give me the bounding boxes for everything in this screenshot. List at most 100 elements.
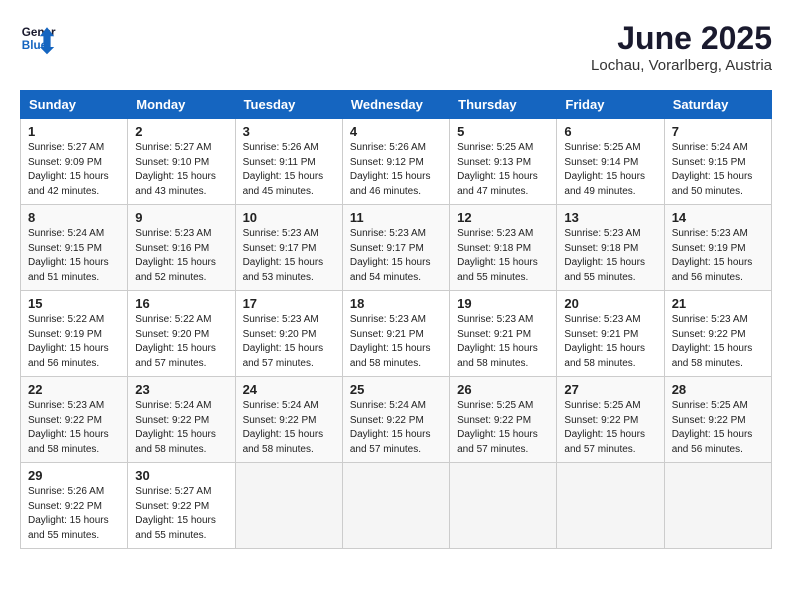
title-block: June 2025 Lochau, Vorarlberg, Austria <box>591 20 772 74</box>
calendar-cell: 22 Sunrise: 5:23 AMSunset: 9:22 PMDaylig… <box>21 377 128 463</box>
day-info: Sunrise: 5:24 AMSunset: 9:15 PMDaylight:… <box>672 141 764 199</box>
calendar: SundayMondayTuesdayWednesdayThursdayFrid… <box>20 90 772 549</box>
day-number: 13 <box>564 210 656 225</box>
day-info: Sunrise: 5:23 AMSunset: 9:17 PMDaylight:… <box>350 227 442 285</box>
day-info: Sunrise: 5:26 AMSunset: 9:11 PMDaylight:… <box>243 141 335 199</box>
day-info: Sunrise: 5:27 AMSunset: 9:22 PMDaylight:… <box>135 485 227 543</box>
calendar-cell: 2 Sunrise: 5:27 AMSunset: 9:10 PMDayligh… <box>128 119 235 205</box>
calendar-cell: 10 Sunrise: 5:23 AMSunset: 9:17 PMDaylig… <box>235 205 342 291</box>
day-info: Sunrise: 5:25 AMSunset: 9:22 PMDaylight:… <box>672 399 764 457</box>
calendar-cell: 27 Sunrise: 5:25 AMSunset: 9:22 PMDaylig… <box>557 377 664 463</box>
calendar-cell: 24 Sunrise: 5:24 AMSunset: 9:22 PMDaylig… <box>235 377 342 463</box>
day-info: Sunrise: 5:23 AMSunset: 9:22 PMDaylight:… <box>28 399 120 457</box>
day-info: Sunrise: 5:25 AMSunset: 9:22 PMDaylight:… <box>564 399 656 457</box>
calendar-cell <box>342 463 449 549</box>
location: Lochau, Vorarlberg, Austria <box>591 57 772 74</box>
calendar-cell: 19 Sunrise: 5:23 AMSunset: 9:21 PMDaylig… <box>450 291 557 377</box>
calendar-cell: 12 Sunrise: 5:23 AMSunset: 9:18 PMDaylig… <box>450 205 557 291</box>
calendar-cell: 18 Sunrise: 5:23 AMSunset: 9:21 PMDaylig… <box>342 291 449 377</box>
day-number: 4 <box>350 124 442 139</box>
day-info: Sunrise: 5:22 AMSunset: 9:19 PMDaylight:… <box>28 313 120 371</box>
day-number: 11 <box>350 210 442 225</box>
calendar-cell: 3 Sunrise: 5:26 AMSunset: 9:11 PMDayligh… <box>235 119 342 205</box>
day-number: 19 <box>457 296 549 311</box>
logo: General Blue <box>20 20 56 56</box>
day-info: Sunrise: 5:27 AMSunset: 9:10 PMDaylight:… <box>135 141 227 199</box>
weekday-header-saturday: Saturday <box>664 91 771 119</box>
calendar-cell <box>557 463 664 549</box>
day-info: Sunrise: 5:24 AMSunset: 9:22 PMDaylight:… <box>243 399 335 457</box>
day-info: Sunrise: 5:24 AMSunset: 9:15 PMDaylight:… <box>28 227 120 285</box>
day-number: 30 <box>135 468 227 483</box>
weekday-header-thursday: Thursday <box>450 91 557 119</box>
day-info: Sunrise: 5:25 AMSunset: 9:13 PMDaylight:… <box>457 141 549 199</box>
calendar-cell: 26 Sunrise: 5:25 AMSunset: 9:22 PMDaylig… <box>450 377 557 463</box>
calendar-cell: 17 Sunrise: 5:23 AMSunset: 9:20 PMDaylig… <box>235 291 342 377</box>
day-number: 20 <box>564 296 656 311</box>
day-info: Sunrise: 5:22 AMSunset: 9:20 PMDaylight:… <box>135 313 227 371</box>
day-info: Sunrise: 5:23 AMSunset: 9:21 PMDaylight:… <box>564 313 656 371</box>
calendar-cell: 28 Sunrise: 5:25 AMSunset: 9:22 PMDaylig… <box>664 377 771 463</box>
calendar-cell: 20 Sunrise: 5:23 AMSunset: 9:21 PMDaylig… <box>557 291 664 377</box>
day-number: 14 <box>672 210 764 225</box>
day-number: 5 <box>457 124 549 139</box>
month-title: June 2025 <box>591 20 772 57</box>
calendar-cell: 15 Sunrise: 5:22 AMSunset: 9:19 PMDaylig… <box>21 291 128 377</box>
calendar-cell: 8 Sunrise: 5:24 AMSunset: 9:15 PMDayligh… <box>21 205 128 291</box>
day-number: 16 <box>135 296 227 311</box>
day-number: 8 <box>28 210 120 225</box>
weekday-header-row: SundayMondayTuesdayWednesdayThursdayFrid… <box>21 91 772 119</box>
weekday-header-wednesday: Wednesday <box>342 91 449 119</box>
weekday-header-sunday: Sunday <box>21 91 128 119</box>
day-number: 15 <box>28 296 120 311</box>
day-number: 25 <box>350 382 442 397</box>
day-info: Sunrise: 5:27 AMSunset: 9:09 PMDaylight:… <box>28 141 120 199</box>
calendar-cell: 30 Sunrise: 5:27 AMSunset: 9:22 PMDaylig… <box>128 463 235 549</box>
weekday-header-tuesday: Tuesday <box>235 91 342 119</box>
calendar-cell <box>664 463 771 549</box>
day-info: Sunrise: 5:23 AMSunset: 9:17 PMDaylight:… <box>243 227 335 285</box>
calendar-cell: 16 Sunrise: 5:22 AMSunset: 9:20 PMDaylig… <box>128 291 235 377</box>
day-number: 28 <box>672 382 764 397</box>
calendar-cell: 23 Sunrise: 5:24 AMSunset: 9:22 PMDaylig… <box>128 377 235 463</box>
calendar-cell: 4 Sunrise: 5:26 AMSunset: 9:12 PMDayligh… <box>342 119 449 205</box>
day-number: 24 <box>243 382 335 397</box>
day-info: Sunrise: 5:23 AMSunset: 9:19 PMDaylight:… <box>672 227 764 285</box>
day-number: 7 <box>672 124 764 139</box>
day-number: 21 <box>672 296 764 311</box>
weekday-header-friday: Friday <box>557 91 664 119</box>
calendar-cell: 6 Sunrise: 5:25 AMSunset: 9:14 PMDayligh… <box>557 119 664 205</box>
calendar-cell: 21 Sunrise: 5:23 AMSunset: 9:22 PMDaylig… <box>664 291 771 377</box>
day-info: Sunrise: 5:23 AMSunset: 9:18 PMDaylight:… <box>457 227 549 285</box>
day-number: 26 <box>457 382 549 397</box>
day-number: 10 <box>243 210 335 225</box>
day-info: Sunrise: 5:24 AMSunset: 9:22 PMDaylight:… <box>135 399 227 457</box>
day-number: 23 <box>135 382 227 397</box>
calendar-cell <box>450 463 557 549</box>
day-info: Sunrise: 5:25 AMSunset: 9:22 PMDaylight:… <box>457 399 549 457</box>
day-info: Sunrise: 5:23 AMSunset: 9:21 PMDaylight:… <box>350 313 442 371</box>
day-number: 9 <box>135 210 227 225</box>
day-info: Sunrise: 5:23 AMSunset: 9:21 PMDaylight:… <box>457 313 549 371</box>
day-number: 18 <box>350 296 442 311</box>
calendar-cell: 1 Sunrise: 5:27 AMSunset: 9:09 PMDayligh… <box>21 119 128 205</box>
calendar-cell: 11 Sunrise: 5:23 AMSunset: 9:17 PMDaylig… <box>342 205 449 291</box>
day-info: Sunrise: 5:26 AMSunset: 9:12 PMDaylight:… <box>350 141 442 199</box>
calendar-cell: 9 Sunrise: 5:23 AMSunset: 9:16 PMDayligh… <box>128 205 235 291</box>
day-number: 27 <box>564 382 656 397</box>
day-number: 22 <box>28 382 120 397</box>
calendar-cell: 7 Sunrise: 5:24 AMSunset: 9:15 PMDayligh… <box>664 119 771 205</box>
calendar-cell: 25 Sunrise: 5:24 AMSunset: 9:22 PMDaylig… <box>342 377 449 463</box>
day-info: Sunrise: 5:23 AMSunset: 9:18 PMDaylight:… <box>564 227 656 285</box>
day-number: 3 <box>243 124 335 139</box>
day-number: 29 <box>28 468 120 483</box>
calendar-cell <box>235 463 342 549</box>
calendar-cell: 5 Sunrise: 5:25 AMSunset: 9:13 PMDayligh… <box>450 119 557 205</box>
day-info: Sunrise: 5:24 AMSunset: 9:22 PMDaylight:… <box>350 399 442 457</box>
day-info: Sunrise: 5:23 AMSunset: 9:22 PMDaylight:… <box>672 313 764 371</box>
day-number: 17 <box>243 296 335 311</box>
day-number: 1 <box>28 124 120 139</box>
day-info: Sunrise: 5:23 AMSunset: 9:16 PMDaylight:… <box>135 227 227 285</box>
weekday-header-monday: Monday <box>128 91 235 119</box>
day-info: Sunrise: 5:23 AMSunset: 9:20 PMDaylight:… <box>243 313 335 371</box>
